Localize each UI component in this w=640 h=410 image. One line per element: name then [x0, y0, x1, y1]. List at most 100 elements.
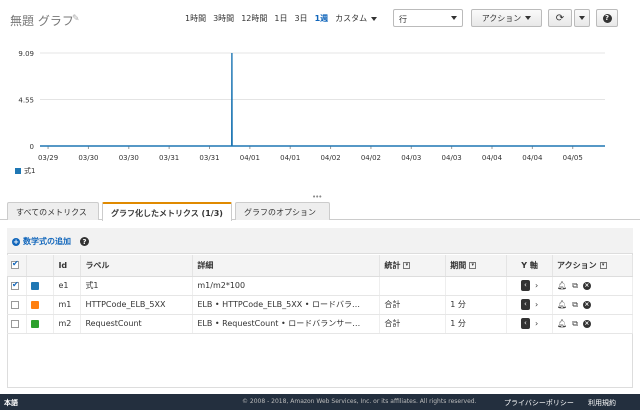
- edit-pencil-icon[interactable]: ✎: [72, 14, 80, 24]
- x-tick-label: 04/05: [563, 154, 583, 162]
- row-details[interactable]: m1/m2*100: [192, 276, 381, 296]
- add-math-button[interactable]: + 数学式の追加 ?: [12, 236, 89, 247]
- y-axis-right-button[interactable]: ›: [535, 319, 538, 328]
- column-menu-icon[interactable]: ▾: [469, 261, 477, 269]
- row-select-cell: [7, 276, 28, 296]
- row-id[interactable]: m2: [53, 314, 82, 334]
- id-header[interactable]: Id: [53, 255, 82, 277]
- table-row[interactable]: m2 RequestCount ELB • RequestCount • ロード…: [7, 314, 633, 334]
- terms-link[interactable]: 利用規約: [588, 398, 616, 408]
- row-checkbox[interactable]: [11, 300, 19, 309]
- refresh-icon: ⟳: [555, 12, 565, 24]
- resize-handle[interactable]: •••: [312, 193, 322, 201]
- range-3h[interactable]: 3時間: [213, 13, 234, 24]
- table-row[interactable]: e1 式1 m1/m2*100 ‹ › 🔔︎ ⧉ ×: [7, 276, 633, 296]
- row-period[interactable]: 1 分: [445, 295, 508, 315]
- x-tick-label: 03/31: [159, 154, 179, 162]
- column-menu-icon[interactable]: ▾: [599, 261, 607, 269]
- x-tick-label: 04/01: [280, 154, 300, 162]
- tab-graphed-metrics[interactable]: グラフ化したメトリクス (1/3): [102, 202, 232, 221]
- row-stat[interactable]: 合計: [379, 295, 447, 315]
- row-yaxis: ‹ ›: [506, 314, 554, 334]
- details-header[interactable]: 詳細: [192, 255, 381, 277]
- row-label[interactable]: HTTPCode_ELB_5XX: [80, 295, 194, 315]
- select-all-cell: [7, 255, 28, 277]
- metrics-table: Id ラベル 詳細 統計▾ 期間▾ Y 軸 アクション▾ e1 式1 m1/m2…: [7, 255, 633, 334]
- row-label[interactable]: 式1: [80, 276, 194, 296]
- copy-icon[interactable]: ⧉: [572, 319, 578, 329]
- x-tick-label: 03/30: [78, 154, 98, 162]
- row-period[interactable]: [445, 276, 508, 296]
- select-all-checkbox[interactable]: [11, 259, 19, 270]
- copy-icon[interactable]: ⧉: [572, 281, 578, 291]
- x-tick-label: 04/01: [240, 154, 260, 162]
- question-icon: ?: [602, 13, 612, 23]
- range-1h[interactable]: 1時間: [185, 13, 206, 24]
- y-axis-left-button[interactable]: ‹: [520, 318, 530, 329]
- row-color-cell: [26, 276, 55, 296]
- range-12h[interactable]: 12時間: [241, 13, 267, 24]
- bell-icon[interactable]: 🔔︎: [557, 300, 567, 309]
- yaxis-header: Y 軸: [506, 255, 554, 277]
- row-id[interactable]: e1: [53, 276, 82, 296]
- stat-header[interactable]: 統計 ▾: [379, 255, 447, 277]
- language-selector[interactable]: 本語: [4, 398, 18, 408]
- row-details[interactable]: ELB • RequestCount • ロードバランサー…: [192, 314, 381, 334]
- range-1d[interactable]: 1日: [274, 13, 287, 24]
- color-swatch[interactable]: [31, 319, 40, 328]
- refresh-button[interactable]: ⟳: [548, 9, 572, 27]
- bell-icon[interactable]: 🔔︎: [557, 281, 567, 290]
- color-swatch[interactable]: [31, 300, 40, 309]
- row-checkbox[interactable]: [11, 319, 19, 328]
- x-tick-label: 03/29: [38, 154, 58, 162]
- x-tick-label: 03/30: [119, 154, 139, 162]
- help-button[interactable]: ?: [596, 9, 618, 27]
- tab-graph-options[interactable]: グラフのオプション: [235, 202, 330, 220]
- column-menu-icon[interactable]: ▾: [403, 261, 411, 269]
- actions-button[interactable]: アクション: [471, 9, 542, 27]
- row-checkbox[interactable]: [11, 280, 19, 290]
- table-row[interactable]: m1 HTTPCode_ELB_5XX ELB • HTTPCode_ELB_5…: [7, 295, 633, 315]
- row-label[interactable]: RequestCount: [80, 314, 194, 334]
- y-axis-right-button[interactable]: ›: [535, 300, 538, 309]
- copy-icon[interactable]: ⧉: [572, 300, 578, 310]
- range-custom-label: カスタム: [335, 14, 368, 23]
- refresh-options-button[interactable]: [574, 9, 590, 27]
- privacy-link[interactable]: プライバシーポリシー: [504, 398, 574, 408]
- row-stat[interactable]: [379, 276, 447, 296]
- row-color-cell: [26, 295, 55, 315]
- range-1w[interactable]: 1週: [315, 13, 329, 24]
- row-stat[interactable]: 合計: [379, 314, 447, 334]
- period-header[interactable]: 期間 ▾: [445, 255, 508, 277]
- row-details[interactable]: ELB • HTTPCode_ELB_5XX • ロードバラ…: [192, 295, 381, 315]
- graph-title[interactable]: 無題 グラフ: [10, 12, 74, 29]
- row-period[interactable]: 1 分: [445, 314, 508, 334]
- chevron-down-icon: [579, 16, 585, 20]
- legend-label[interactable]: 式1: [24, 166, 35, 176]
- chevron-down-icon: [525, 16, 532, 20]
- y-axis-right-button[interactable]: ›: [535, 281, 538, 290]
- period-header-label: 期間: [450, 260, 467, 270]
- x-tick-label: 04/04: [522, 154, 543, 162]
- x-tick-label: 03/31: [199, 154, 219, 162]
- range-custom[interactable]: カスタム: [335, 13, 378, 24]
- range-3d[interactable]: 3日: [294, 13, 307, 24]
- close-icon[interactable]: ×: [582, 319, 591, 328]
- add-math-label: 数学式の追加: [23, 237, 71, 246]
- actions-button-label: アクション: [481, 13, 522, 23]
- tab-all-metrics[interactable]: すべてのメトリクス: [7, 202, 99, 220]
- plus-icon: +: [12, 237, 20, 246]
- view-type-select[interactable]: 行: [393, 9, 463, 27]
- row-id[interactable]: m1: [53, 295, 82, 315]
- close-icon[interactable]: ×: [582, 281, 591, 290]
- y-axis-left-button[interactable]: ‹: [520, 299, 530, 310]
- graph-header: 無題 グラフ ✎ 1時間 3時間 12時間 1日 3日 1週 カスタム 行 アク…: [0, 0, 640, 36]
- row-select-cell: [7, 295, 28, 315]
- x-tick-label: 04/03: [401, 154, 421, 162]
- label-header[interactable]: ラベル: [80, 255, 194, 277]
- y-axis-left-button[interactable]: ‹: [520, 280, 530, 291]
- bell-icon[interactable]: 🔔︎: [557, 319, 567, 328]
- question-icon[interactable]: ?: [80, 237, 89, 246]
- color-swatch[interactable]: [31, 281, 40, 290]
- close-icon[interactable]: ×: [582, 300, 591, 309]
